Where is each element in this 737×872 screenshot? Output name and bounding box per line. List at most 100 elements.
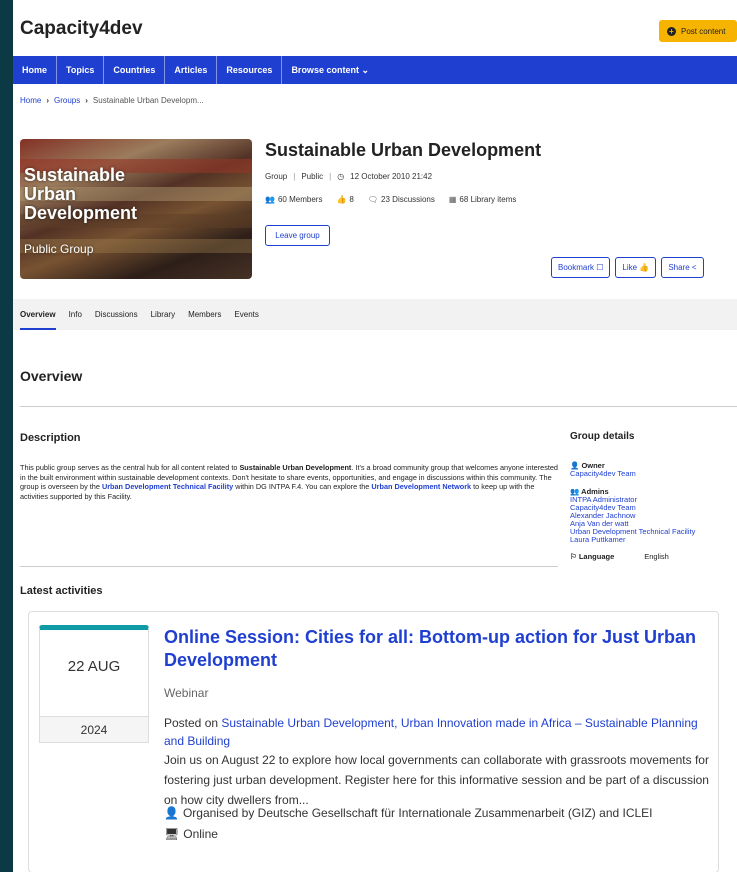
owner-link[interactable]: Capacity4dev Team: [570, 470, 737, 478]
top-bar: Capacity4dev + Post content: [13, 0, 737, 56]
event-year: 2024: [40, 716, 148, 742]
event-date-badge: 22 AUG 2024: [39, 625, 149, 743]
group-created-date: 12 October 2010 21:42: [350, 172, 433, 181]
latest-activities-heading: Latest activities: [20, 585, 103, 597]
description-part: This public group serves as the central …: [20, 463, 240, 472]
group-meta: Group | Public | ◷ 12 October 2010 21:42: [265, 172, 433, 181]
library-count: 68: [459, 195, 469, 204]
nav-articles[interactable]: Articles: [165, 56, 218, 84]
breadcrumb-current: Sustainable Urban Developm...: [92, 96, 204, 105]
event-type: Webinar: [164, 686, 209, 700]
admin-link[interactable]: Laura Puttkamer: [570, 536, 737, 544]
flag-icon: ⚐: [570, 552, 577, 561]
page: Capacity4dev + Post content Home Topics …: [13, 0, 737, 872]
nav-browse-label: Browse content: [291, 65, 359, 75]
bookmark-label: Bookmark: [558, 263, 595, 272]
event-title[interactable]: Online Session: Cities for all: Bottom-u…: [164, 626, 709, 672]
chevron-right-icon: ›: [46, 96, 50, 105]
leave-group-button[interactable]: Leave group: [265, 225, 330, 246]
event-posted-on: Posted on Sustainable Urban Development,…: [164, 714, 714, 750]
cover-title-line-1: Sustainable: [24, 165, 126, 185]
share-button[interactable]: Share <: [661, 257, 704, 278]
members-stat[interactable]: 👥 60 Members: [265, 195, 322, 204]
description-heading: Description: [20, 432, 81, 444]
likes-stat: 👍 8: [336, 195, 353, 204]
cover-title-line-2: Urban: [24, 184, 77, 204]
breadcrumb-groups[interactable]: Groups: [54, 96, 80, 105]
group-stats: 👥 60 Members 👍 8 🗨 23 Discussions ▦ 68 Libra…: [265, 195, 516, 204]
nav-home[interactable]: Home: [13, 56, 58, 84]
overview-heading: Overview: [20, 368, 83, 384]
tab-library[interactable]: Library: [151, 299, 175, 330]
group-actions: Bookmark ☐ Like 👍 Share <: [551, 257, 704, 278]
nav-topics[interactable]: Topics: [57, 56, 105, 84]
like-button[interactable]: Like 👍: [615, 257, 657, 278]
tab-events[interactable]: Events: [234, 299, 258, 330]
thumbs-up-icon: 👍: [639, 263, 650, 272]
share-icon: <: [691, 263, 697, 272]
breadcrumb: Home › Groups › Sustainable Urban Develo…: [20, 96, 204, 105]
group-visibility: Public: [301, 172, 324, 181]
library-icon: ▦: [448, 195, 457, 204]
bookmark-icon: ☐: [596, 263, 604, 272]
description-part: within DG INTPA F.4. You can explore the: [233, 482, 372, 492]
organiser-text: Organised by Deutsche Gesellschaft für I…: [182, 806, 653, 820]
group-cover-image: Sustainable Urban Development Public Gro…: [20, 139, 252, 279]
cover-subtitle: Public Group: [24, 242, 94, 256]
tab-overview[interactable]: Overview: [20, 299, 56, 330]
posted-group-links[interactable]: Sustainable Urban Development, Urban Inn…: [164, 716, 698, 748]
members-label: Members: [289, 195, 323, 204]
post-content-button[interactable]: + Post content: [659, 20, 737, 42]
likes-count: 8: [349, 195, 354, 204]
monitor-icon: 🖥: [164, 827, 180, 841]
discussions-count: 23: [381, 195, 390, 204]
discussions-stat[interactable]: 🗨 23 Discussions: [368, 195, 435, 204]
tab-members[interactable]: Members: [188, 299, 221, 330]
user-icon: 👤: [164, 806, 179, 820]
breadcrumb-home[interactable]: Home: [20, 96, 41, 105]
discussions-label: Discussions: [392, 195, 435, 204]
post-content-label: Post content: [681, 26, 726, 36]
library-stat[interactable]: ▦ 68 Library items: [449, 195, 517, 204]
event-card: 22 AUG 2024 Online Session: Cities for a…: [28, 611, 719, 872]
group-details: 👤 Owner Capacity4dev Team 👥 Admins INTPA…: [570, 462, 737, 561]
divider: [20, 566, 558, 567]
event-day-month: 22 AUG: [67, 658, 121, 675]
group-type: Group: [265, 172, 288, 181]
like-label: Like: [622, 263, 638, 272]
udtf-link[interactable]: Urban Development Technical Facility: [102, 482, 233, 491]
site-logo[interactable]: Capacity4dev: [20, 18, 143, 40]
language-row: ⚐ Language English: [570, 553, 737, 561]
cover-title-line-3: Development: [24, 203, 138, 223]
posted-prefix: Posted on: [164, 716, 222, 730]
event-organiser: 👤 Organised by Deutsche Gesellschaft für …: [164, 806, 653, 820]
group-details-heading: Group details: [570, 431, 635, 442]
library-label: Library items: [470, 195, 517, 204]
group-tabs: Overview Info Discussions Library Member…: [13, 299, 737, 330]
main-nav: Home Topics Countries Articles Resources…: [13, 56, 737, 84]
nav-browse-content[interactable]: Browse content ⌄: [282, 56, 378, 84]
location-text: Online: [183, 827, 218, 841]
chevron-right-icon: ›: [85, 96, 88, 105]
language-label: Language: [578, 552, 615, 561]
members-count: 60: [277, 195, 287, 204]
event-location: 🖥 Online: [164, 827, 218, 841]
bookmark-button[interactable]: Bookmark ☐: [551, 257, 611, 278]
divider: [20, 406, 737, 407]
tab-info[interactable]: Info: [69, 299, 82, 330]
network-link[interactable]: Urban Development Network: [371, 482, 471, 491]
description-text: This public group serves as the central …: [20, 463, 558, 501]
tab-discussions[interactable]: Discussions: [95, 299, 138, 330]
plus-icon: +: [667, 26, 676, 36]
members-icon: 👥: [265, 195, 275, 204]
nav-resources[interactable]: Resources: [217, 56, 283, 84]
group-title: Sustainable Urban Development: [265, 140, 542, 160]
thumbs-up-icon: 👍: [336, 195, 347, 204]
language-value: English: [644, 552, 669, 561]
language-heading: ⚐ Language: [570, 553, 614, 561]
event-summary: Join us on August 22 to explore how loca…: [164, 753, 709, 807]
chevron-down-icon: ⌄: [361, 65, 370, 75]
comment-icon: 🗨: [367, 195, 379, 204]
description-bold: Sustainable Urban Development: [239, 463, 352, 472]
nav-countries[interactable]: Countries: [104, 56, 166, 84]
